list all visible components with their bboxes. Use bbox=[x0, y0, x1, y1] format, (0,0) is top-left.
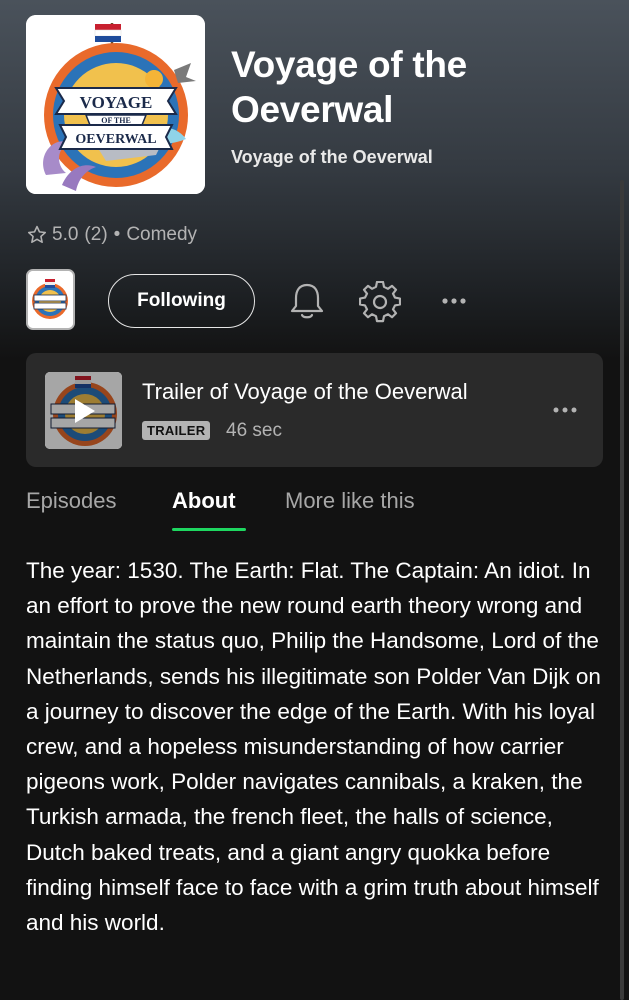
notification-bell-button[interactable] bbox=[287, 280, 327, 322]
tab-more-like-this[interactable]: More like this bbox=[285, 488, 415, 514]
more-options-button[interactable] bbox=[436, 286, 472, 316]
content-tabs: Episodes About More like this bbox=[26, 488, 603, 532]
cover-logo-line1: VOYAGE bbox=[80, 93, 153, 112]
cover-illustration: VOYAGE OF THE OEVERWAL bbox=[26, 15, 205, 194]
bell-icon bbox=[290, 283, 324, 319]
scrollbar[interactable] bbox=[620, 180, 624, 1000]
rating-count: (2) bbox=[84, 224, 108, 245]
trailer-more-button[interactable] bbox=[547, 396, 583, 424]
podcast-thumbnail-button[interactable] bbox=[26, 269, 75, 330]
more-horizontal-icon bbox=[553, 407, 577, 413]
play-overlay[interactable] bbox=[45, 372, 122, 449]
trailer-title[interactable]: Trailer of Voyage of the Oeverwal bbox=[142, 379, 468, 405]
trailer-thumbnail[interactable] bbox=[45, 372, 122, 449]
star-icon bbox=[27, 225, 47, 244]
settings-button[interactable] bbox=[359, 281, 401, 323]
rating-value: 5.0 bbox=[52, 224, 79, 245]
podcast-publisher[interactable]: Voyage of the Oeverwal bbox=[231, 147, 433, 168]
following-button[interactable]: Following bbox=[108, 274, 255, 328]
podcast-cover-art: VOYAGE OF THE OEVERWAL bbox=[26, 15, 205, 194]
podcast-page: VOYAGE OF THE OEVERWAL Voyage of the Oev… bbox=[0, 0, 629, 1000]
play-icon bbox=[74, 398, 95, 423]
tab-episodes[interactable]: Episodes bbox=[26, 488, 117, 514]
thumbnail-art bbox=[28, 271, 73, 328]
trailer-card[interactable]: Trailer of Voyage of the Oeverwal TRAILE… bbox=[26, 353, 603, 467]
podcast-title: Voyage of the Oeverwal bbox=[231, 44, 467, 130]
category-label[interactable]: Comedy bbox=[126, 224, 197, 246]
meta-separator: • bbox=[113, 224, 121, 245]
gear-icon bbox=[359, 281, 401, 323]
trailer-badge: TRAILER bbox=[142, 421, 211, 440]
more-horizontal-icon bbox=[442, 298, 466, 304]
rating-row[interactable]: 5.0 (2) • Comedy bbox=[26, 224, 197, 246]
trailer-duration: 46 sec bbox=[226, 420, 282, 441]
cover-logo-line2: OF THE bbox=[101, 116, 131, 125]
active-tab-indicator bbox=[172, 528, 246, 531]
tab-about[interactable]: About bbox=[172, 488, 236, 514]
about-description: The year: 1530. The Earth: Flat. The Cap… bbox=[26, 558, 601, 936]
cover-logo-line3: OEVERWAL bbox=[75, 132, 156, 147]
